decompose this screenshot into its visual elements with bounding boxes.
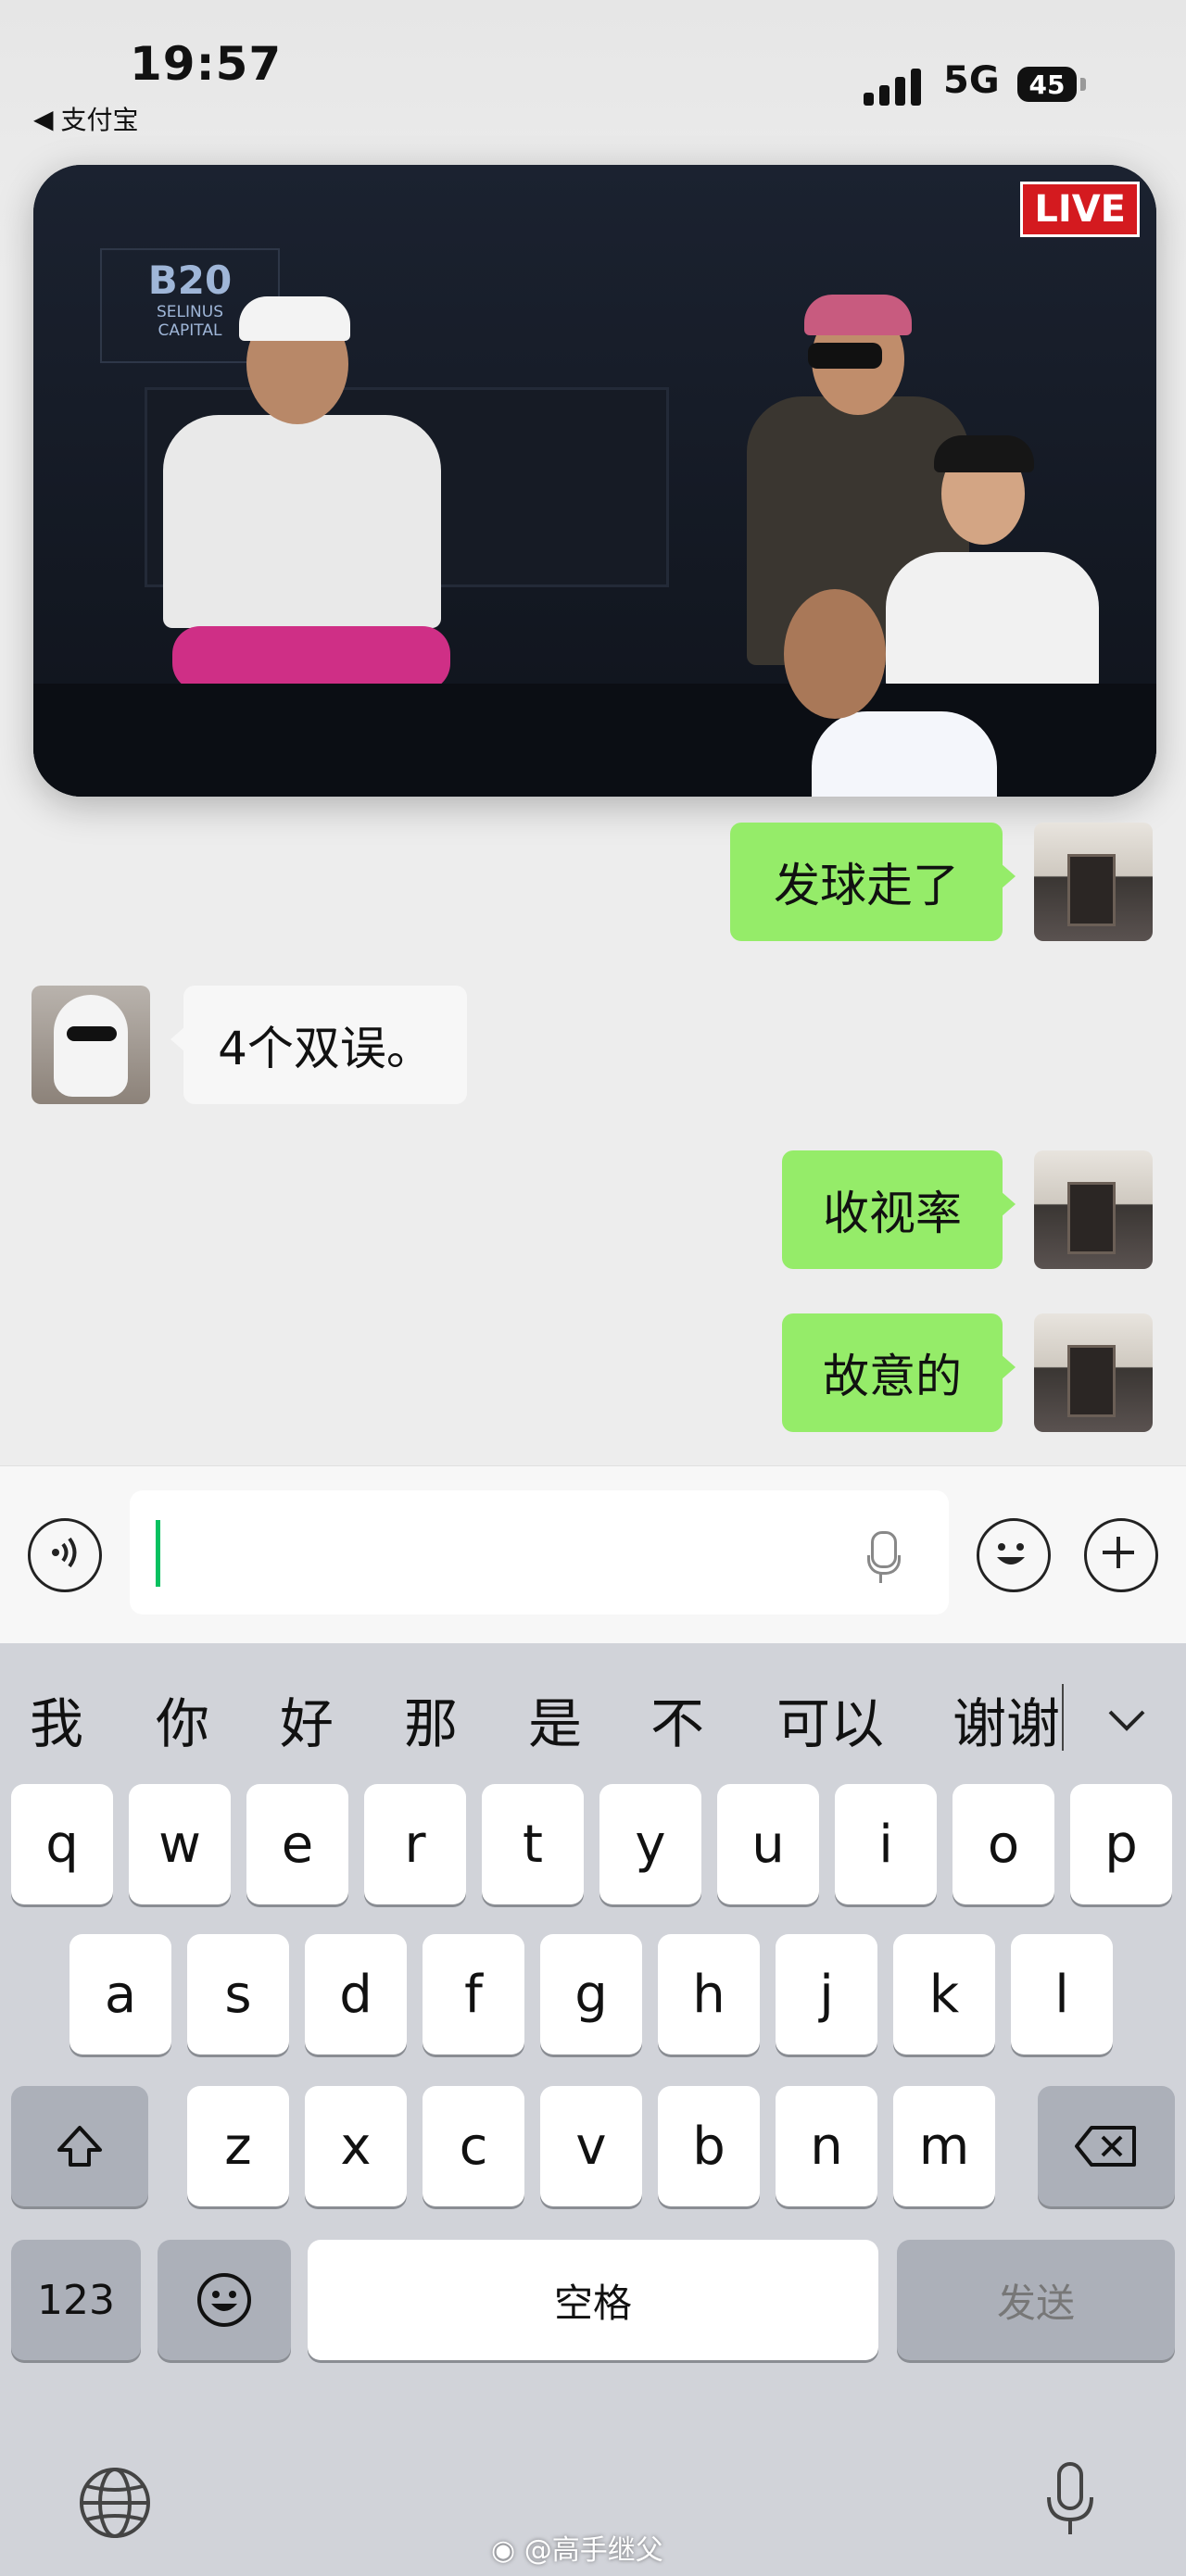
key-r[interactable]: r xyxy=(364,1784,466,1904)
candidate-word[interactable]: 是 xyxy=(528,1680,582,1758)
key-l[interactable]: l xyxy=(1011,1934,1113,2055)
status-time: 19:57 xyxy=(130,37,283,91)
key-h[interactable]: h xyxy=(658,1934,760,2055)
battery-icon: 45 xyxy=(1017,67,1077,102)
key-e[interactable]: e xyxy=(246,1784,348,1904)
key-v[interactable]: v xyxy=(540,2086,642,2206)
key-z[interactable]: z xyxy=(187,2086,289,2206)
chat-screen: 19:57 ◀ 支付宝 5G 45 B20 SELINUS CAPITAL LI… xyxy=(0,0,1186,2576)
emoji-key[interactable] xyxy=(158,2240,291,2360)
watermark: ◉ @高手继父 xyxy=(491,2527,663,2568)
send-key[interactable]: 发送 xyxy=(897,2240,1175,2360)
live-badge: LIVE xyxy=(1020,182,1140,237)
dictation-mic-stem xyxy=(879,1572,882,1583)
key-y[interactable]: y xyxy=(599,1784,701,1904)
key-a[interactable]: a xyxy=(69,1934,171,2055)
key-t[interactable]: t xyxy=(482,1784,584,1904)
watermark-text: @高手继父 xyxy=(524,2534,663,2567)
backspace-icon xyxy=(1075,2126,1136,2167)
message-row: 故意的 xyxy=(0,1313,1186,1432)
key-c[interactable]: c xyxy=(423,2086,524,2206)
numbers-key[interactable]: 123 xyxy=(11,2240,141,2360)
candidate-word[interactable]: 好 xyxy=(280,1680,334,1758)
emoji-icon[interactable] xyxy=(977,1518,1051,1592)
plus-icon[interactable] xyxy=(1084,1518,1158,1592)
key-s[interactable]: s xyxy=(187,1934,289,2055)
key-f[interactable]: f xyxy=(423,1934,524,2055)
message-row: 发球走了 xyxy=(0,823,1186,941)
key-g[interactable]: g xyxy=(540,1934,642,2055)
back-to-app-link[interactable]: ◀ 支付宝 xyxy=(33,100,139,137)
key-k[interactable]: k xyxy=(893,1934,995,2055)
key-i[interactable]: i xyxy=(835,1784,937,1904)
text-caret xyxy=(156,1520,160,1587)
candidate-word[interactable]: 不 xyxy=(650,1680,704,1758)
message-input[interactable] xyxy=(130,1490,949,1615)
globe-icon[interactable] xyxy=(76,2464,154,2542)
space-key[interactable]: 空格 xyxy=(308,2240,878,2360)
signal-icon xyxy=(864,65,923,106)
message-bubble-outgoing[interactable]: 发球走了 xyxy=(730,823,1016,941)
candidate-word[interactable]: 你 xyxy=(156,1680,209,1758)
candidate-bar: 我 你 好 那 是 不 可以 谢谢 xyxy=(0,1643,1186,1782)
message-row: 收视率 xyxy=(0,1150,1186,1269)
shift-arrow-icon xyxy=(57,2126,102,2167)
message-bubble-outgoing[interactable]: 故意的 xyxy=(782,1313,1016,1432)
sponsor-big: B20 xyxy=(147,258,233,303)
battery-level: 45 xyxy=(1028,69,1066,100)
key-b[interactable]: b xyxy=(658,2086,760,2206)
shift-key[interactable] xyxy=(11,2086,148,2206)
key-p[interactable]: p xyxy=(1070,1784,1172,1904)
key-o[interactable]: o xyxy=(953,1784,1054,1904)
my-avatar[interactable] xyxy=(1034,823,1153,941)
key-u[interactable]: u xyxy=(717,1784,819,1904)
voice-input-icon[interactable] xyxy=(28,1518,102,1592)
chat-input-bar xyxy=(0,1465,1186,1644)
dictation-icon[interactable] xyxy=(1038,2458,1103,2542)
network-type: 5G xyxy=(943,59,1000,102)
back-triangle-icon: ◀ xyxy=(33,103,54,134)
message-bubble-incoming[interactable]: 4个双误。 xyxy=(170,986,467,1104)
my-avatar[interactable] xyxy=(1034,1150,1153,1269)
key-q[interactable]: q xyxy=(11,1784,113,1904)
contact-avatar[interactable] xyxy=(32,986,150,1104)
keyboard: 我 你 好 那 是 不 可以 谢谢 q w e r t y u i o p a … xyxy=(0,1643,1186,2576)
emoji-face-icon xyxy=(197,2273,251,2327)
key-m[interactable]: m xyxy=(893,2086,995,2206)
my-avatar[interactable] xyxy=(1034,1313,1153,1432)
key-w[interactable]: w xyxy=(129,1784,231,1904)
candidate-word[interactable]: 可以 xyxy=(776,1680,884,1758)
candidate-divider xyxy=(1062,1684,1064,1751)
delete-key[interactable] xyxy=(1038,2086,1175,2206)
key-x[interactable]: x xyxy=(305,2086,407,2206)
expand-candidates-icon[interactable] xyxy=(1099,1691,1154,1747)
live-video-pip[interactable]: B20 SELINUS CAPITAL LIVE xyxy=(33,165,1156,797)
dictation-mic-base xyxy=(867,1555,901,1575)
candidate-word[interactable]: 我 xyxy=(30,1680,83,1758)
weibo-icon: ◉ xyxy=(491,2534,516,2567)
message-bubble-outgoing[interactable]: 收视率 xyxy=(782,1150,1016,1269)
key-j[interactable]: j xyxy=(776,1934,877,2055)
back-app-label: 支付宝 xyxy=(60,105,139,135)
candidate-word[interactable]: 那 xyxy=(404,1680,458,1758)
battery-tip xyxy=(1080,78,1086,91)
key-d[interactable]: d xyxy=(305,1934,407,2055)
key-n[interactable]: n xyxy=(776,2086,877,2206)
candidate-word[interactable]: 谢谢 xyxy=(953,1680,1062,1758)
message-row: 4个双误。 xyxy=(0,986,1186,1104)
